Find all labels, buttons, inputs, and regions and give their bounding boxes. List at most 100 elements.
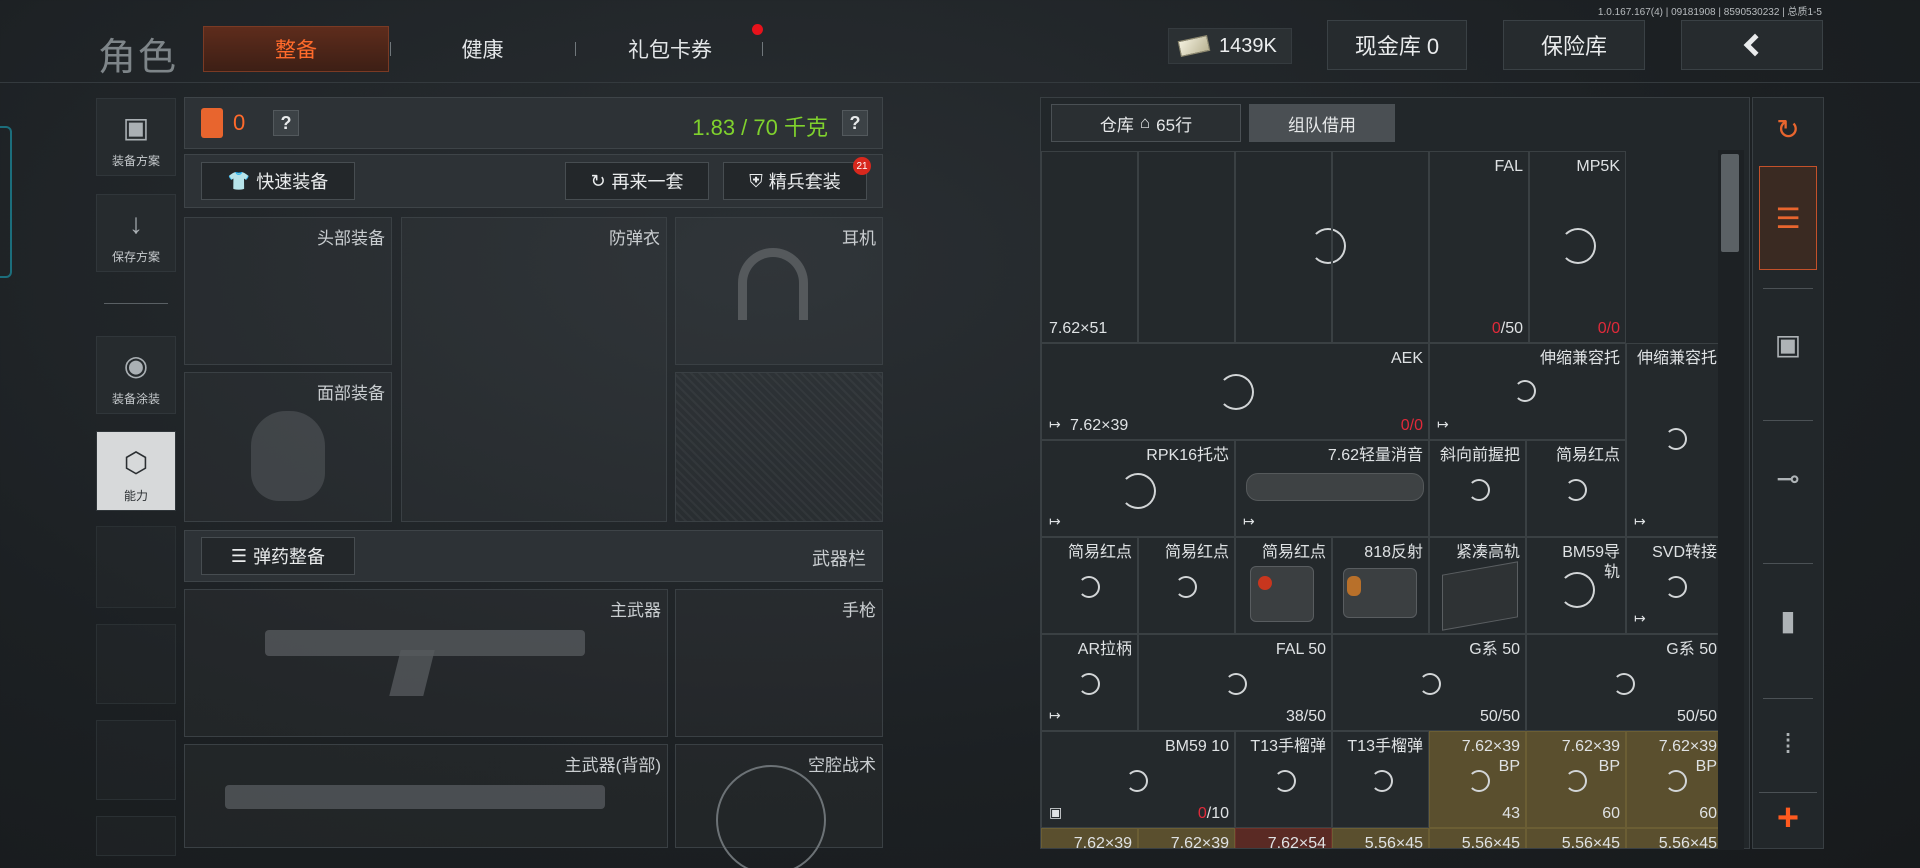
grid-item-ammo[interactable]: 5.56×45	[1332, 828, 1429, 848]
insurance-vault-button[interactable]: 保险库	[1503, 20, 1645, 70]
melee-slot[interactable]: 空腔战术	[675, 744, 883, 868]
armor-vest-icon	[201, 108, 223, 138]
grid-item-ammo-bp[interactable]: 7.62×39 BP 60	[1526, 731, 1626, 828]
category-ammo-button[interactable]: ⁞	[1759, 704, 1817, 784]
grid-item-ammo[interactable]: 7.62×39	[1041, 828, 1138, 848]
grid-item-suppressor[interactable]: 7.62轻量消音 ↦	[1235, 440, 1429, 537]
grid-item-mp5k[interactable]: MP5K 0/0	[1529, 151, 1626, 343]
primary-weapon-slot[interactable]: 主武器	[184, 589, 668, 737]
grid-item-bm59-rail[interactable]: BM59导轨	[1526, 537, 1626, 634]
home-icon: ⌂	[1139, 113, 1151, 132]
helmet-icon: ◉	[123, 350, 149, 381]
loading-spinner	[1175, 576, 1197, 598]
pistol-slot[interactable]: 手枪	[675, 589, 883, 737]
item-name: 紧凑高轨	[1455, 544, 1520, 561]
back-button[interactable]	[1681, 20, 1823, 70]
loading-spinner	[1613, 673, 1635, 695]
grid-item-ammo[interactable]: 5.56×45	[1526, 828, 1626, 848]
grid-item-ar-handle[interactable]: AR拉柄 ↦	[1041, 634, 1138, 731]
body-armor-slot[interactable]: 防弹衣	[401, 217, 667, 522]
grid-item-t13-grenade[interactable]: T13手榴弹	[1235, 731, 1332, 828]
grid-item-red-dot[interactable]: 简易红点	[1138, 537, 1235, 634]
armor-icon: ▣	[1774, 328, 1802, 360]
category-weapon-button[interactable]: ⊸	[1759, 426, 1817, 530]
exit-icon: ↦	[1243, 513, 1255, 529]
version-info: 1.0.167.167(4) | 09181908 | 8590530232 |…	[1597, 7, 1822, 18]
grid-item-ammo-bp[interactable]: 7.62×39 BP 60	[1626, 731, 1723, 828]
grid-item-compact-rail[interactable]: 紧凑高轨	[1429, 537, 1526, 634]
grid-item-stock[interactable]: 伸缩兼容托 ↦	[1429, 343, 1626, 440]
side-drawer-handle[interactable]	[0, 126, 12, 278]
grid-item-fal-mag[interactable]: FAL 50 38/50	[1138, 634, 1332, 731]
empty-menu-slot	[96, 816, 176, 856]
item-count: 60	[1699, 805, 1717, 822]
grid-item-aek[interactable]: AEK ↦ 7.62×39 0/0	[1041, 343, 1429, 440]
ammo-equip-label: 弹药整备	[253, 547, 326, 567]
grid-item-t13-grenade[interactable]: T13手榴弹	[1332, 731, 1429, 828]
grid-item-ammo[interactable]: 7.62×54	[1235, 828, 1332, 848]
ability-button[interactable]: ⬡ 能力	[96, 431, 176, 511]
elite-set-button[interactable]: ⛨ 精兵套装	[723, 162, 867, 200]
quick-equip-button[interactable]: 👕 快速装备	[201, 162, 355, 200]
equipment-skin-button[interactable]: ◉ 装备涂装	[96, 336, 176, 414]
grid-line	[1138, 151, 1235, 343]
item-name: AEK	[1390, 350, 1423, 367]
category-armor-button[interactable]: ▣	[1759, 294, 1817, 394]
weight-display: 1.83 / 70 千克	[692, 115, 828, 140]
weight-help-button[interactable]: ?	[842, 110, 868, 136]
tab-gift-cards[interactable]: 礼包卡券	[585, 26, 755, 72]
warehouse-tab[interactable]: 仓库 ⌂ 65行	[1051, 104, 1241, 142]
ammo-equip-button[interactable]: ☰ 弹药整备	[201, 537, 355, 575]
grid-item-red-dot[interactable]: 简易红点	[1235, 537, 1332, 634]
grid-item-818-reflex[interactable]: 818反射	[1332, 537, 1429, 634]
item-name: 7.62轻量消音	[1327, 447, 1423, 464]
tab-divider	[762, 42, 763, 56]
sort-refresh-button[interactable]: ↻	[1759, 104, 1817, 154]
add-button[interactable]: +	[1759, 792, 1817, 844]
extra-gear-slot[interactable]	[675, 372, 883, 522]
item-name: 7.62×39 BP	[1561, 738, 1620, 775]
grid-item-grip[interactable]: 斜向前握把	[1429, 440, 1526, 537]
grid-item-ammo[interactable]: 7.62×39	[1138, 828, 1235, 848]
back-icon	[1743, 33, 1767, 57]
item-count: 0/10	[1198, 805, 1229, 823]
grid-item-g-mag[interactable]: G系 50 50/50	[1526, 634, 1723, 731]
grid-item-stock[interactable]: 伸缩兼容托 ↦	[1626, 343, 1723, 537]
inventory-scroll-thumb[interactable]	[1721, 154, 1739, 252]
item-count: 0/0	[1401, 417, 1423, 435]
armor-help-button[interactable]: ?	[273, 110, 299, 136]
loadout-plans-button[interactable]: ▣ 装备方案	[96, 98, 176, 176]
header-divider	[0, 82, 1920, 83]
loadout-status-bar: 0 ? 1.83 / 70 千克 ?	[184, 97, 883, 149]
grid-item-red-dot[interactable]: 简易红点	[1526, 440, 1626, 537]
rifle-back-icon	[225, 785, 605, 809]
inventory-scrollbar[interactable]	[1718, 150, 1744, 850]
headset-slot[interactable]: 耳机	[675, 217, 883, 365]
layers-icon: ☰	[1775, 202, 1801, 234]
grid-item-bm59-mag[interactable]: BM59 10 ▣ 0/10	[1041, 731, 1235, 828]
face-gear-slot[interactable]: 面部装备	[184, 372, 392, 522]
tab-health[interactable]: 健康	[400, 26, 565, 72]
grid-item-g-mag[interactable]: G系 50 50/50	[1332, 634, 1526, 731]
team-borrow-tab[interactable]: 组队借用	[1249, 104, 1395, 142]
rail-divider	[1763, 698, 1813, 699]
head-gear-slot[interactable]: 头部装备	[184, 217, 392, 365]
exit-icon: ↦	[1049, 707, 1061, 723]
magazine-icon: ▮	[1780, 604, 1796, 636]
grid-item-rpk-core[interactable]: RPK16托芯 ↦	[1041, 440, 1235, 537]
category-magazine-button[interactable]: ▮	[1759, 568, 1817, 672]
back-weapon-slot[interactable]: 主武器(背部)	[184, 744, 668, 848]
grid-item-svd-adapter[interactable]: SVD转接 ↦	[1626, 537, 1723, 634]
grid-item-ammo[interactable]: 5.56×45	[1429, 828, 1526, 848]
pistol-label: 手枪	[842, 601, 876, 620]
grid-item-ammo-bp[interactable]: 7.62×39 BP 43	[1429, 731, 1526, 828]
save-plan-button[interactable]: ↓ 保存方案	[96, 194, 176, 272]
loading-spinner	[1565, 479, 1587, 501]
grid-item-red-dot[interactable]: 简易红点	[1041, 537, 1138, 634]
again-button[interactable]: ↻ 再来一套	[565, 162, 709, 200]
cash-vault-button[interactable]: 现金库 0	[1327, 20, 1467, 70]
grid-item-ammo[interactable]: 5.56×45	[1626, 828, 1723, 848]
tab-equip[interactable]: 整备	[203, 26, 389, 72]
category-all-button[interactable]: ☰	[1759, 166, 1817, 270]
tab-divider	[575, 42, 576, 56]
